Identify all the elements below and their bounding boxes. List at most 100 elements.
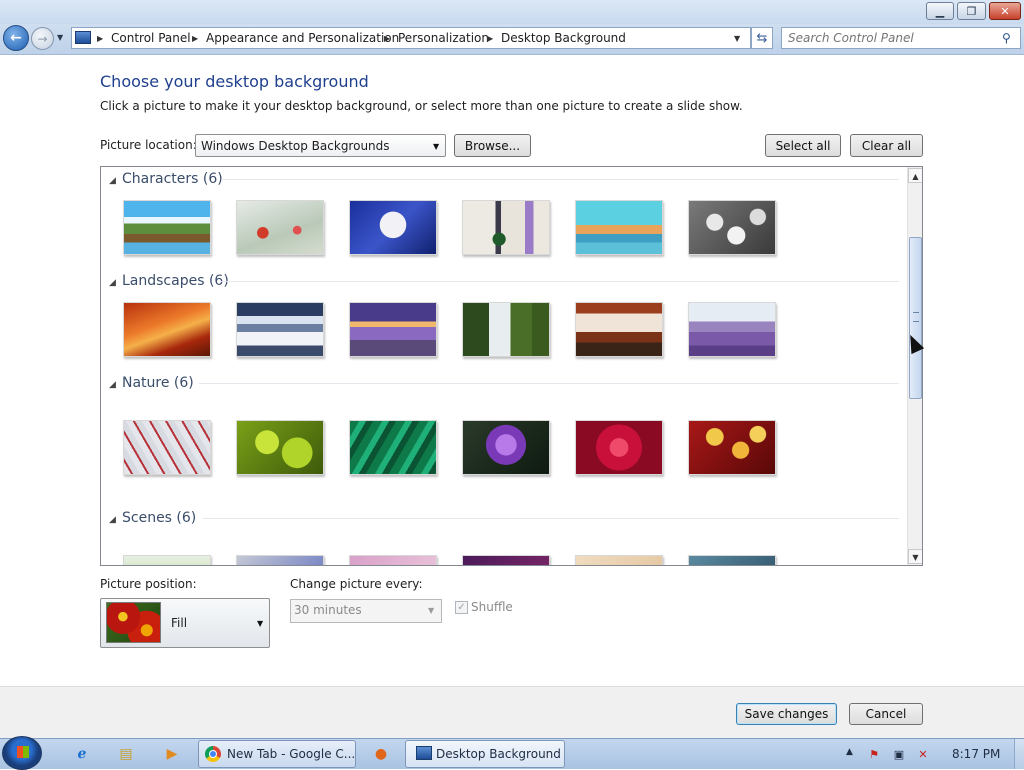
search-input[interactable] — [788, 31, 988, 45]
internet-explorer-icon[interactable]: ℯ — [70, 743, 94, 765]
shuffle-label[interactable]: Shuffle — [471, 600, 513, 614]
window-titlebar[interactable]: ▁ ❐ ✕ — [0, 0, 1024, 24]
thumbnail-nature-5[interactable] — [575, 420, 663, 475]
refresh-button[interactable]: ⇆ — [751, 27, 773, 49]
thumbnail-nature-1[interactable] — [123, 420, 211, 475]
checkmark-icon: ✓ — [457, 602, 466, 613]
back-arrow-icon: ← — [10, 30, 22, 46]
maximize-button[interactable]: ❐ — [957, 2, 986, 20]
chevron-right-icon[interactable]: ▶ — [192, 34, 198, 43]
breadcrumb-desktop-background[interactable]: Desktop Background — [501, 31, 626, 45]
clock[interactable]: 8:17 PM — [952, 747, 1000, 761]
minimize-button[interactable]: ▁ — [926, 2, 954, 20]
collapse-triangle-icon[interactable]: ◢ — [109, 278, 116, 288]
browse-button[interactable]: Browse... — [454, 134, 531, 157]
collapse-triangle-icon[interactable]: ◢ — [109, 515, 116, 525]
scrollbar-grip-icon — [913, 312, 919, 322]
thumbnail-landscapes-4[interactable] — [462, 302, 550, 357]
select-all-button[interactable]: Select all — [765, 134, 841, 157]
show-hidden-icons-icon[interactable]: ▲ — [846, 747, 853, 757]
thumbnail-nature-4[interactable] — [462, 420, 550, 475]
thumbnail-scenes-4[interactable] — [462, 555, 550, 565]
scrollbar-thumb[interactable] — [909, 237, 922, 399]
shuffle-checkbox[interactable]: ✓ — [455, 601, 468, 614]
scroll-up-icon[interactable]: ▲ — [908, 168, 922, 183]
thumbnail-landscapes-2[interactable] — [236, 302, 324, 357]
thumbnail-scenes-3[interactable] — [349, 555, 437, 565]
page-description: Click a picture to make it your desktop … — [100, 99, 743, 113]
back-button[interactable]: ← — [3, 25, 29, 51]
thumbnail-nature-3[interactable] — [349, 420, 437, 475]
chrome-icon — [205, 746, 221, 762]
show-desktop-button[interactable] — [1014, 739, 1024, 769]
thumbnail-landscapes-5[interactable] — [575, 302, 663, 357]
thumbnail-characters-6[interactable] — [688, 200, 776, 255]
file-explorer-icon[interactable]: ▤ — [114, 743, 138, 765]
save-changes-button[interactable]: Save changes — [736, 703, 837, 725]
thumbnail-characters-1[interactable] — [123, 200, 211, 255]
chevron-right-icon[interactable]: ▶ — [97, 34, 103, 43]
firefox-icon[interactable]: ● — [369, 743, 393, 765]
thumbnail-characters-4[interactable] — [462, 200, 550, 255]
search-box[interactable]: ⚲ — [781, 27, 1021, 49]
scroll-down-icon[interactable]: ▼ — [908, 549, 922, 564]
thumbnail-characters-3[interactable] — [349, 200, 437, 255]
picture-location-dropdown[interactable]: Windows Desktop Backgrounds ▼ — [195, 134, 446, 157]
chevron-right-icon[interactable]: ▶ — [487, 34, 493, 43]
group-header-nature[interactable]: Nature (6) — [122, 375, 194, 391]
media-player-icon[interactable]: ▶ — [160, 743, 184, 765]
clear-all-button[interactable]: Clear all — [850, 134, 923, 157]
group-header-landscapes[interactable]: Landscapes (6) — [122, 273, 229, 289]
cancel-button[interactable]: Cancel — [849, 703, 923, 725]
breadcrumb-personalization[interactable]: Personalization — [398, 31, 489, 45]
search-icon[interactable]: ⚲ — [1002, 31, 1011, 45]
group-header-scenes[interactable]: Scenes (6) — [122, 510, 196, 526]
taskbar-item-chrome[interactable]: New Tab - Google C... — [198, 740, 356, 768]
change-picture-interval-dropdown[interactable]: 30 minutes ▼ — [290, 599, 442, 623]
navigation-bar: ← → ▼ ▶ Control Panel ▶ Appearance and P… — [0, 24, 1024, 55]
thumbnail-nature-6[interactable] — [688, 420, 776, 475]
thumbnail-nature-2[interactable] — [236, 420, 324, 475]
group-divider — [203, 518, 899, 519]
thumbnail-landscapes-6[interactable] — [688, 302, 776, 357]
change-picture-every-label: Change picture every: — [290, 577, 423, 591]
refresh-icon: ⇆ — [756, 30, 768, 46]
restore-icon: ❐ — [966, 4, 977, 18]
group-header-characters[interactable]: Characters (6) — [122, 171, 223, 187]
thumbnail-landscapes-1[interactable] — [123, 302, 211, 357]
group-divider — [221, 281, 899, 282]
position-preview-image — [106, 602, 161, 643]
forward-button[interactable]: → — [31, 27, 54, 50]
address-history-dropdown-icon[interactable]: ▼ — [734, 34, 740, 43]
start-button[interactable] — [2, 736, 42, 770]
close-button[interactable]: ✕ — [989, 2, 1021, 20]
volume-icon[interactable]: ✕ — [915, 746, 931, 762]
collapse-triangle-icon[interactable]: ◢ — [109, 380, 116, 390]
network-icon[interactable]: ▣ — [891, 746, 907, 762]
thumbnail-scenes-1[interactable] — [123, 555, 211, 565]
thumbnail-characters-5[interactable] — [575, 200, 663, 255]
thumbnail-landscapes-3[interactable] — [349, 302, 437, 357]
taskbar-item-desktop-background[interactable]: Desktop Background — [405, 740, 565, 768]
recent-pages-dropdown-icon[interactable]: ▼ — [57, 33, 63, 42]
forward-arrow-icon: → — [37, 31, 48, 46]
dialog-footer: Save changes Cancel — [0, 686, 1024, 739]
wallpaper-gallery[interactable]: ◢ Characters (6) ◢ Landscapes (6) ◢ Natu… — [100, 166, 923, 566]
control-panel-icon — [75, 31, 91, 44]
thumbnail-scenes-5[interactable] — [575, 555, 663, 565]
breadcrumb-control-panel[interactable]: Control Panel — [111, 31, 191, 45]
collapse-triangle-icon[interactable]: ◢ — [109, 176, 116, 186]
action-center-icon[interactable]: ⚑ — [866, 746, 882, 762]
address-bar[interactable]: ▶ Control Panel ▶ Appearance and Persona… — [71, 27, 751, 49]
picture-position-label: Picture position: — [100, 577, 197, 591]
group-divider — [199, 383, 899, 384]
thumbnail-characters-2[interactable] — [236, 200, 324, 255]
thumbnail-scenes-6[interactable] — [688, 555, 776, 565]
breadcrumb-appearance-and-personalization[interactable]: Appearance and Personalization — [206, 31, 399, 45]
close-icon: ✕ — [1000, 4, 1010, 18]
dropdown-arrow-icon: ▼ — [433, 142, 440, 151]
chevron-right-icon[interactable]: ▶ — [384, 34, 390, 43]
picture-position-dropdown[interactable]: Fill ▼ — [100, 598, 270, 648]
vertical-scrollbar[interactable]: ▲ ▼ — [907, 167, 922, 565]
thumbnail-scenes-2[interactable] — [236, 555, 324, 565]
